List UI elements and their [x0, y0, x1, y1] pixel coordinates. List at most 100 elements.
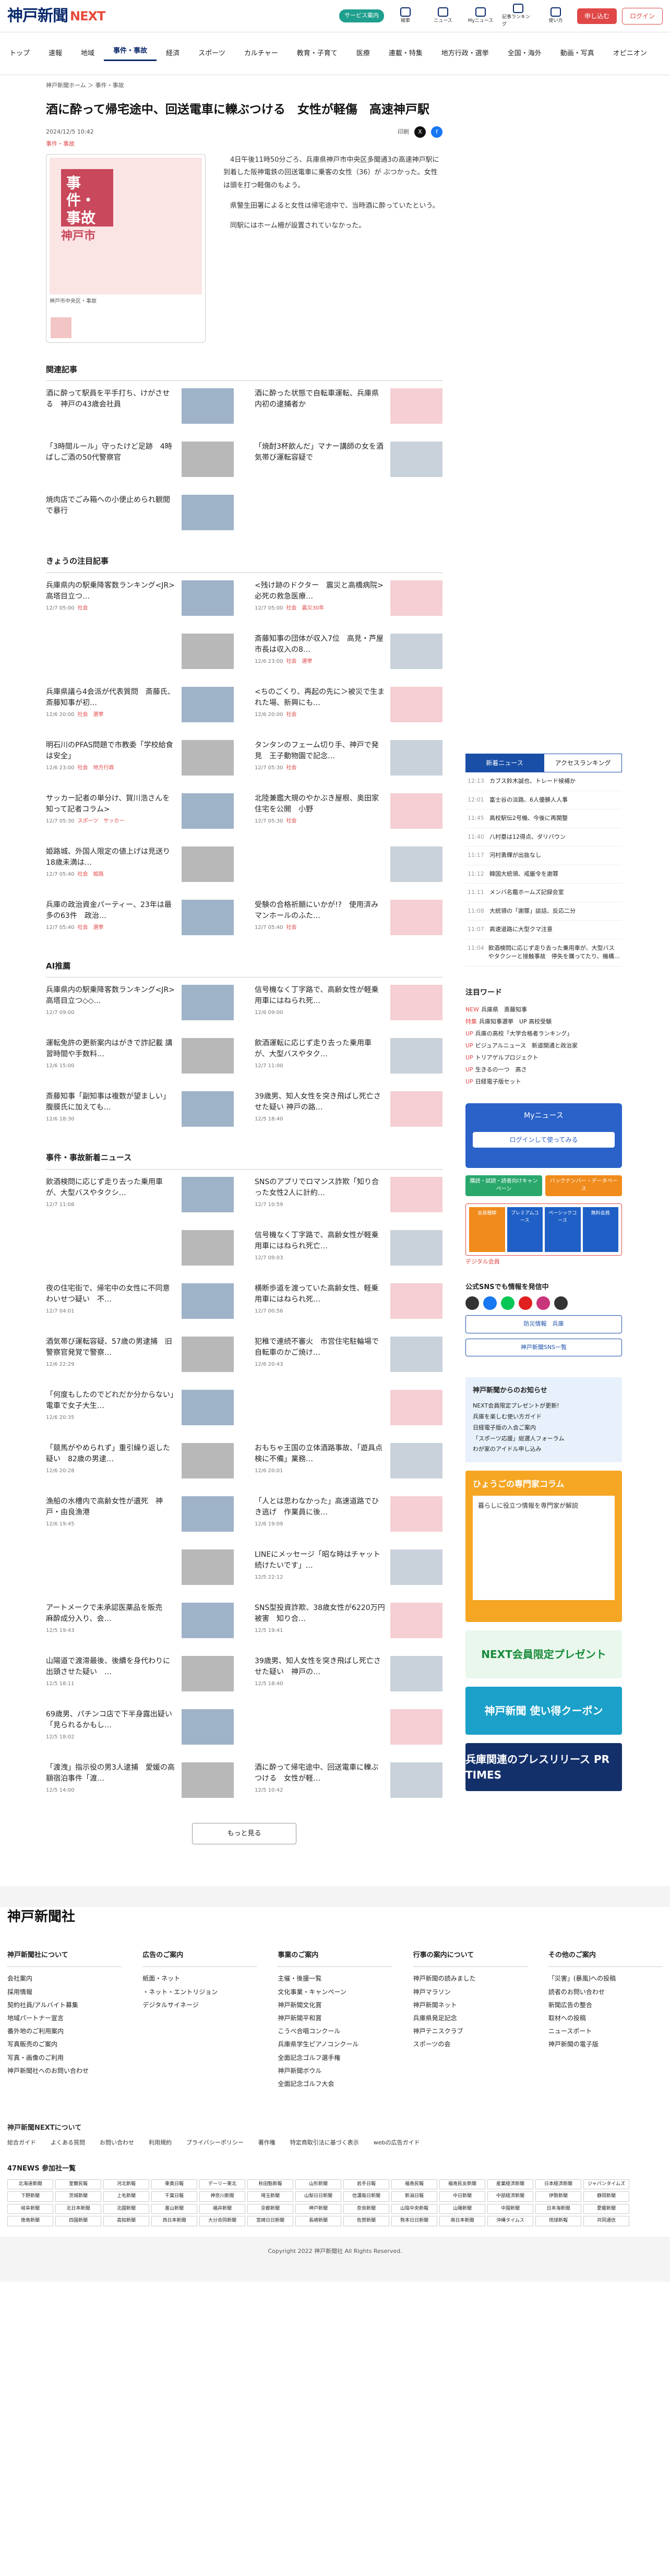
n47-member[interactable]: 長崎新聞 [295, 2216, 341, 2226]
news-item[interactable]: 北陸兼鑑大規のやかぶき屋根、奥田家住宅を公開 小野 12/7 05:30 社会 [255, 793, 442, 838]
news-item[interactable]: 斎藤知事「副知事は複数が望ましい」腹膜氏に加えても… 12/6 18:30 [46, 1091, 234, 1136]
next-link[interactable]: 特定商取引法に基づく表示 [290, 2139, 359, 2146]
n47-member[interactable]: 産業経済新聞 [487, 2179, 533, 2190]
coupon-ad[interactable]: 神戸新聞 使い得クーポン [465, 1687, 622, 1735]
footer-link[interactable]: 「災害」(暴風)への投稿 [548, 1972, 663, 1985]
nav-item[interactable]: 連載・特集 [379, 49, 432, 59]
footer-link[interactable]: 神戸新聞の電子版 [548, 2038, 663, 2051]
news-item[interactable]: <ちのごくり、再起の先に＞被災で生まれた場、新興にも… 12/6 20:00 社会 [255, 686, 442, 732]
n47-member[interactable]: 伊勢新聞 [535, 2191, 581, 2202]
n47-member[interactable]: 岩手日報 [343, 2179, 389, 2190]
n47-member[interactable]: 上毛新聞 [103, 2191, 149, 2202]
notice-item[interactable]: わが家のアイドル申し込み [473, 1444, 615, 1455]
tab-ranking[interactable]: アクセスランキング [544, 754, 622, 772]
footer-link[interactable]: 神戸新聞ネット [413, 1999, 528, 2012]
latest-item[interactable]: 11:17 河村勇輝が出抜なし [465, 846, 622, 865]
print-button[interactable]: 印刷 [398, 128, 409, 137]
n47-member[interactable]: 山梨日日新聞 [295, 2191, 341, 2202]
news-item[interactable]: SNSのアプリでロマンス詐欺「知り合った女性2人に計約… 12/7 10:59 [255, 1176, 442, 1222]
footer-link[interactable]: 神戸新聞平和賞 [278, 2012, 392, 2025]
n47-member[interactable]: ジャパンタイムズ [583, 2179, 629, 2190]
signup-button[interactable]: 申し込む [577, 8, 617, 24]
footer-link[interactable]: 新聞広告の整合 [548, 1999, 663, 2012]
n47-member[interactable]: 徳島新聞 [7, 2216, 53, 2226]
nav-item[interactable]: 地方行政・選挙 [432, 49, 498, 59]
news-item[interactable]: アートメークで未承認医薬品を販売 麻酔成分入り、会… 12/5 19:43 [46, 1602, 234, 1648]
news-item[interactable] [46, 1230, 234, 1275]
footer-logo[interactable]: 神戸新聞社 [0, 1907, 670, 1949]
digital-plans[interactable]: 会員種類 プレミアムコース ベーシックコース 無料会員 [465, 1203, 622, 1256]
footer-link[interactable]: ・ネット・エントリジョン [142, 1986, 257, 1999]
footer-link[interactable]: 地域パートナー宣言 [7, 2012, 122, 2025]
footer-link[interactable]: 兵庫県発足記念 [413, 2012, 528, 2025]
more-button[interactable]: もっと見る [192, 1822, 296, 1845]
nav-item-active[interactable]: 事件・事故 [104, 46, 157, 61]
n47-member[interactable]: 京都新聞 [247, 2203, 293, 2214]
news-item[interactable]: 夜の住宅街で、帰宅中の女性に不同意わいせつ疑い 不… 12/7 04:01 [46, 1283, 234, 1328]
news-icon[interactable]: ニュース [427, 7, 459, 25]
latest-item[interactable]: 11:12 韓国大統領、戒厳令を謝罪 [465, 865, 622, 884]
footer-link[interactable]: 文化事業・キャンペーン [278, 1986, 392, 1999]
next-link[interactable]: 著作権 [258, 2139, 276, 2146]
n47-member[interactable]: 山陰中央新報 [391, 2203, 437, 2214]
footer-link[interactable]: デジタルサイネージ [142, 1999, 257, 2012]
tiktok-icon[interactable] [554, 1296, 568, 1310]
n47-member[interactable]: 中日新聞 [439, 2191, 485, 2202]
n47-member[interactable]: 静岡新聞 [583, 2191, 629, 2202]
n47-member[interactable]: 愛媛新聞 [583, 2203, 629, 2214]
news-item[interactable]: 39歳男、知人女性を突き飛ばし死亡させた疑い 神戸の… 12/5 18:40 [255, 1655, 442, 1701]
line-icon[interactable] [501, 1296, 515, 1310]
footer-link[interactable]: ニュースポート [548, 2025, 663, 2038]
keyword-item[interactable]: UP 日経電子版セット [465, 1076, 622, 1088]
notice-item[interactable]: 「スポーツ応援」総選人フォーラム [473, 1434, 615, 1445]
n47-member[interactable]: 北海道新聞 [7, 2179, 53, 2190]
n47-member[interactable]: 新潟日報 [391, 2191, 437, 2202]
n47-member[interactable]: 共同通信 [583, 2216, 629, 2226]
notice-item[interactable]: 兵庫を楽しむ使い方ガイド [473, 1412, 615, 1423]
nav-item[interactable]: 経済 [157, 49, 189, 59]
mynews-banner[interactable]: Myニュース ログインして使ってみる [465, 1103, 622, 1168]
x-icon[interactable] [465, 1296, 479, 1310]
news-item[interactable]: 酒に酔って駅員を平手打ち、けがさせる 神戸の43歳会社員 [46, 388, 234, 433]
footer-link[interactable]: スポーツの会 [413, 2038, 528, 2051]
footer-link[interactable]: 神戸マラソン [413, 1986, 528, 1999]
keyword-item[interactable]: UP 兵庫の高校「大学合格者ランキング」 [465, 1028, 622, 1040]
n47-member[interactable]: 福島民友新聞 [439, 2179, 485, 2190]
news-item[interactable] [46, 633, 234, 678]
facebook-icon[interactable] [483, 1296, 497, 1310]
n47-member[interactable]: 富山新聞 [151, 2203, 197, 2214]
news-item[interactable]: 運転免許の更新案内はがきで詐記載 講習時間や手数料… 12/6 15:00 [46, 1038, 234, 1083]
nav-item[interactable]: 速報 [39, 49, 71, 59]
nav-item[interactable]: 地域 [71, 49, 104, 59]
n47-member[interactable]: 室蘭民報 [55, 2179, 101, 2190]
next-link[interactable]: プライバシーポリシー [186, 2139, 244, 2146]
n47-member[interactable]: 沖縄タイムス [487, 2216, 533, 2226]
prtimes-ad[interactable]: 兵庫関連のプレスリリース PR TIMES [465, 1743, 622, 1792]
nav-item[interactable]: オピニオン [604, 49, 656, 59]
instagram-icon[interactable] [536, 1296, 550, 1310]
news-item[interactable]: 受験の合格祈願にいかが!? 使用済みマンホールのふた… 12/7 05:40 社会 [255, 899, 442, 945]
n47-member[interactable]: 岐阜新聞 [7, 2203, 53, 2214]
news-item[interactable]: 兵庫県内の駅乗降客数ランキング<JR> 高塔目立つ◇◇… 12/7 09:00 [46, 985, 234, 1030]
bousai-button[interactable]: 防災情報 兵庫 [465, 1315, 622, 1333]
n47-member[interactable]: 北國新聞 [103, 2203, 149, 2214]
n47-member[interactable]: 信濃毎日新聞 [343, 2191, 389, 2202]
campaign-button[interactable]: 購読・試読・読者向けキャンペーン [465, 1175, 542, 1197]
keyword-item[interactable]: UP 生きるの一つ 高さ [465, 1064, 622, 1076]
news-item[interactable]: 信号機なく丁字路で、高齢女性が軽乗用車にはねられ死亡… 12/7 09:03 [255, 1230, 442, 1275]
news-item[interactable]: 酒に酔った状態で自転車運転、兵庫県内初の逮捕者か [255, 388, 442, 433]
n47-member[interactable]: 中国新聞 [487, 2203, 533, 2214]
news-item[interactable]: 犯稚で連続不審火 市営住宅駐輪場で自転車のかご焼け… 12/6 20:43 [255, 1336, 442, 1381]
news-item[interactable]: 漁船の水槽内で高齢女性が遺死 神戸・由良漁港 12/6 19:45 [46, 1496, 234, 1541]
footer-link[interactable]: 取材への投稿 [548, 2012, 663, 2025]
next-link[interactable]: よくある質問 [51, 2139, 85, 2146]
news-item[interactable]: タンタンのフェーム切り手、神戸で発見 王子動物園で記念… 12/7 05:30 社会 [255, 740, 442, 785]
keyword-item[interactable]: UP トリアゲルプロジェクト [465, 1052, 622, 1064]
n47-member[interactable]: 神戸新聞 [295, 2203, 341, 2214]
search-icon[interactable]: 検索 [389, 7, 422, 25]
n47-member[interactable]: 奈良新聞 [343, 2203, 389, 2214]
news-item[interactable]: SNS型投資詐欺、38歳女性が6220万円被害 知り合… 12/5 19:41 [255, 1602, 442, 1648]
nav-item[interactable]: 医療 [347, 49, 379, 59]
news-item[interactable]: 姫路城、外国人限定の値上げは見送り 18歳未満は… 12/7 05:40 社会 姫路 [46, 846, 234, 891]
footer-link[interactable]: 紙面・ネット [142, 1972, 257, 1985]
